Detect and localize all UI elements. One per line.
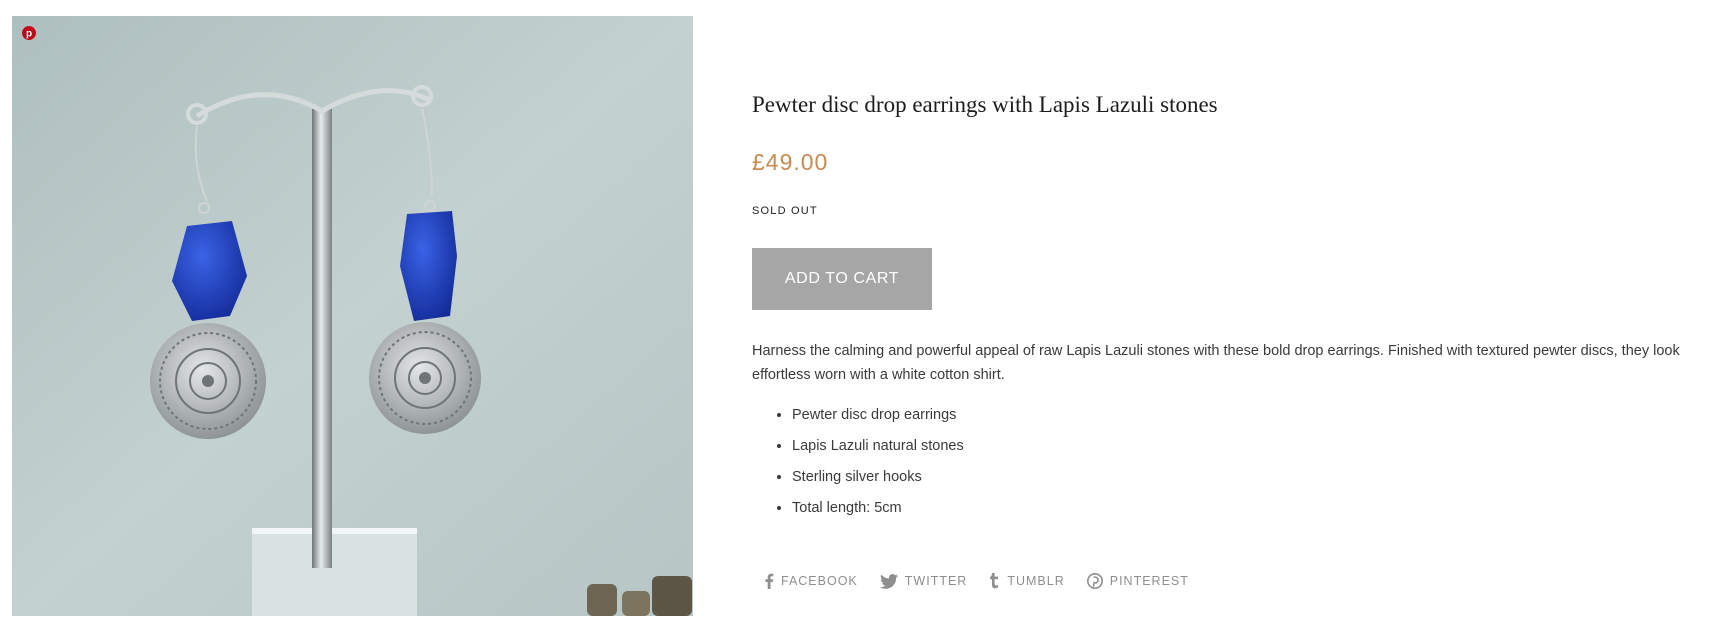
svg-text:p: p <box>26 29 32 40</box>
right-disc <box>369 322 481 434</box>
share-pinterest-label: PINTEREST <box>1109 574 1189 588</box>
twitter-icon <box>879 573 898 589</box>
feature-item: Pewter disc drop earrings <box>792 402 964 433</box>
share-tumblr-label: TUMBLR <box>1007 574 1065 588</box>
tumblr-icon <box>990 573 999 589</box>
share-facebook-link[interactable]: FACEBOOK <box>764 573 858 589</box>
add-to-cart-button[interactable]: ADD TO CART <box>752 248 932 310</box>
feature-item: Sterling silver hooks <box>792 464 964 495</box>
share-pinterest-link[interactable]: PINTEREST <box>1086 573 1189 589</box>
product-description: Harness the calming and powerful appeal … <box>752 343 1680 383</box>
product-page: p Pewter disc drop earrings with Lapis L… <box>0 0 1717 617</box>
share-facebook-label: FACEBOOK <box>781 574 858 588</box>
product-image[interactable]: p <box>12 16 693 616</box>
feature-list: Pewter disc drop earrings Lapis Lazuli n… <box>752 402 964 526</box>
feature-item: Total length: 5cm <box>792 495 964 526</box>
product-price: £49.00 <box>752 149 829 175</box>
earrings-photo <box>12 16 693 616</box>
share-twitter-label: TWITTER <box>904 574 968 588</box>
social-share-bar: FACEBOOK TWITTER TUMBLR PINTEREST <box>764 573 1189 589</box>
feature-item: Lapis Lazuli natural stones <box>792 433 964 464</box>
facebook-icon <box>765 573 774 589</box>
share-tumblr-link[interactable]: TUMBLR <box>989 573 1064 589</box>
availability-status: SOLD OUT <box>752 205 818 217</box>
product-title: Pewter disc drop earrings with Lapis Laz… <box>752 92 1218 117</box>
left-disc <box>150 323 266 439</box>
pin-it-button[interactable]: p <box>22 26 36 40</box>
share-twitter-link[interactable]: TWITTER <box>879 573 968 589</box>
pinterest-icon <box>1086 573 1103 589</box>
pinterest-icon: p <box>22 26 36 40</box>
